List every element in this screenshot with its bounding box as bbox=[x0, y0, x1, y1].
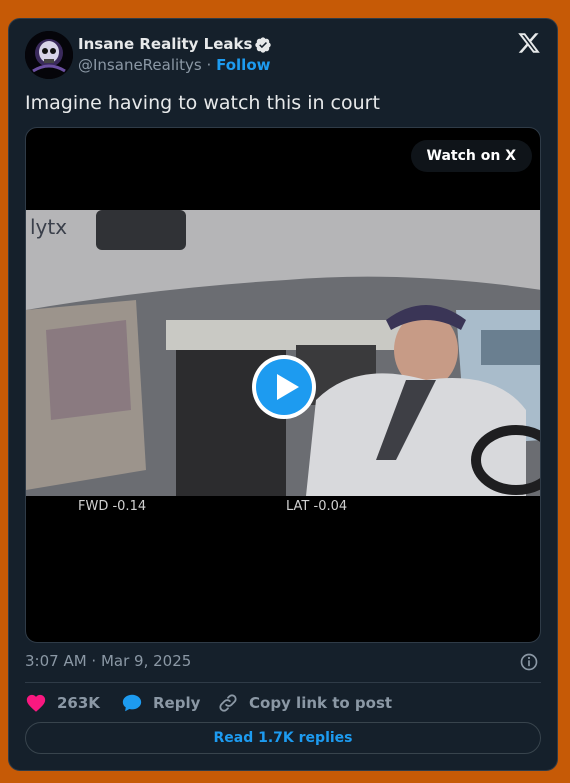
separator: · bbox=[206, 56, 212, 74]
video-player[interactable]: lytx FWD -0.14 LAT -0.04 Watch on X bbox=[25, 127, 541, 643]
author-handle[interactable]: @InsaneRealitys bbox=[78, 56, 202, 74]
reply-bubble-icon bbox=[122, 694, 142, 712]
info-icon[interactable] bbox=[519, 652, 539, 672]
watch-on-x-button[interactable]: Watch on X bbox=[410, 140, 532, 172]
read-replies-button[interactable]: Read 1.7K replies bbox=[25, 722, 541, 754]
author-name[interactable]: Insane Reality Leaks bbox=[78, 35, 252, 53]
telemetry-bar: FWD -0.14 LAT -0.04 bbox=[26, 496, 540, 526]
video-frame: lytx bbox=[26, 210, 540, 496]
like-count: 263K bbox=[57, 694, 100, 712]
tweet-text: Imagine having to watch this in court bbox=[25, 92, 380, 114]
reply-button[interactable]: Reply bbox=[121, 692, 200, 714]
overlay-brand: lytx bbox=[30, 215, 67, 239]
play-icon[interactable] bbox=[251, 354, 317, 420]
avatar[interactable] bbox=[25, 31, 73, 79]
post-timestamp[interactable]: 3:07 AM · Mar 9, 2025 bbox=[25, 652, 191, 670]
tweet-card: Insane Reality Leaks @InsaneRealitys · F… bbox=[8, 18, 558, 771]
handle-line: @InsaneRealitys · Follow bbox=[78, 56, 270, 74]
reply-label: Reply bbox=[153, 694, 201, 712]
copy-link-label: Copy link to post bbox=[249, 694, 393, 712]
follow-link[interactable]: Follow bbox=[216, 56, 270, 74]
divider bbox=[25, 682, 541, 683]
verified-badge-icon bbox=[255, 37, 271, 53]
telemetry-fwd: FWD -0.14 bbox=[78, 499, 146, 514]
telemetry-lat: LAT -0.04 bbox=[286, 499, 347, 514]
heart-icon bbox=[26, 694, 46, 712]
x-logo-icon[interactable] bbox=[517, 31, 541, 55]
link-icon bbox=[219, 694, 237, 712]
copy-link-button[interactable]: Copy link to post bbox=[217, 692, 392, 714]
like-button[interactable]: 263K bbox=[25, 692, 100, 714]
